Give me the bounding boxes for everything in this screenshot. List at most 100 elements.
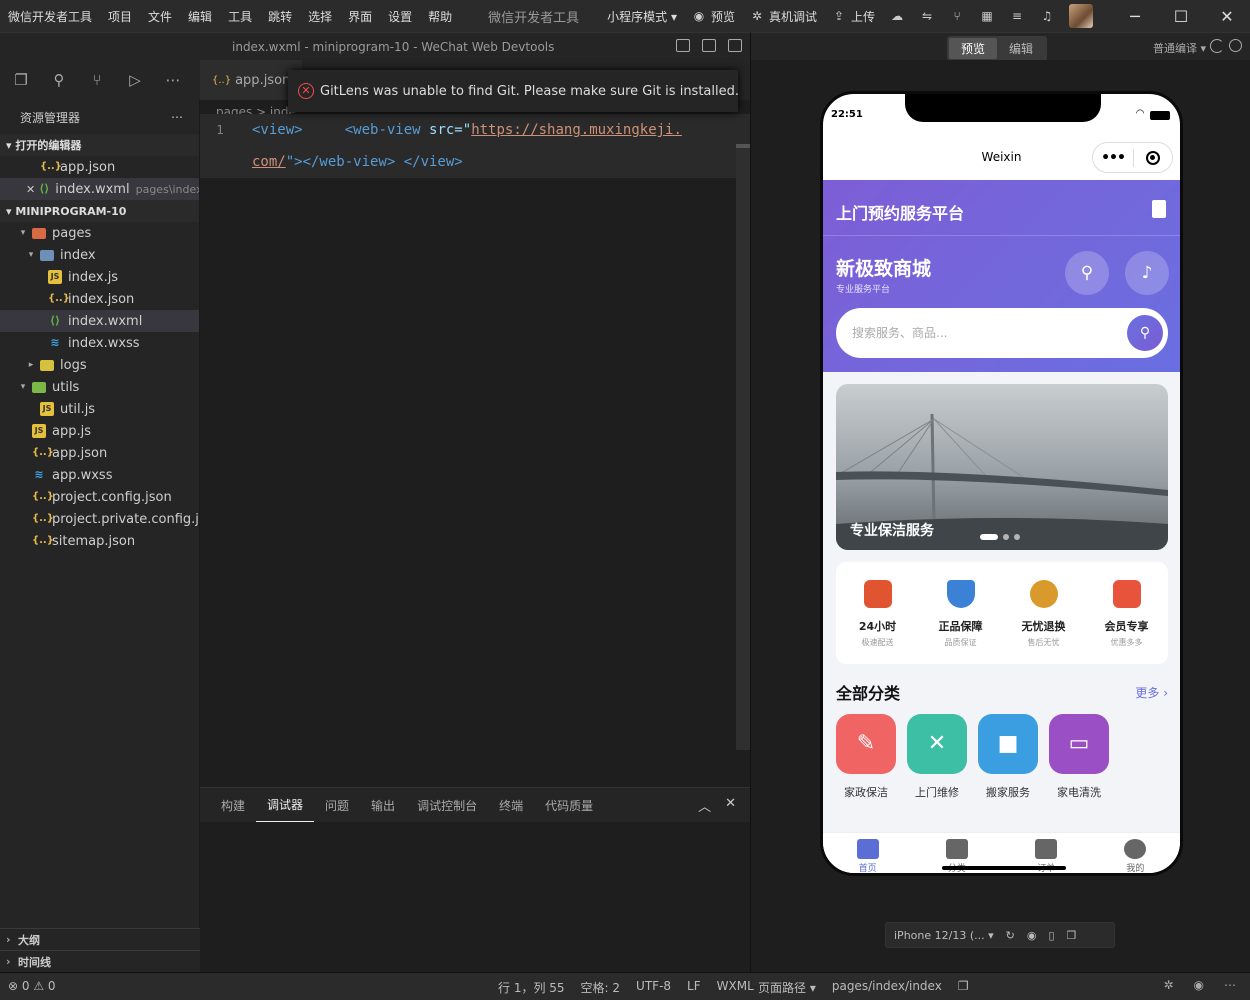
menu-app[interactable]: 微信开发者工具 [0,8,100,25]
tree-item-index-wxss[interactable]: ≋ index.wxss [0,332,199,354]
copy-icon[interactable]: ❐ [958,979,969,996]
search-icon[interactable]: ⚲ [50,71,68,89]
tree-item-sitemap[interactable]: {..} sitemap.json [0,530,199,552]
feature-genuine[interactable]: 正品保障 品质保证 [919,562,1002,664]
bug-icon[interactable]: ✲ [1163,978,1173,992]
tab-code-quality[interactable]: 代码质量 [534,788,604,822]
tab-problems[interactable]: 问题 [314,788,360,822]
feature-delivery[interactable]: 24小时 极速配送 [836,562,919,664]
open-editors-section[interactable]: ▾ 打开的编辑器 [0,134,199,156]
tree-item-index-folder[interactable]: ▾ index [0,244,199,266]
carousel-dots[interactable] [980,534,1020,540]
category-item[interactable]: ✎ 家政保洁 [836,714,896,800]
more-link[interactable]: 更多 › [1135,684,1168,701]
category-item[interactable]: ▭ 家电清洗 [1049,714,1109,800]
refresh-icon[interactable] [1210,39,1224,53]
tree-item-logs[interactable]: ▸ logs [0,354,199,376]
line-ending[interactable]: LF [687,979,701,996]
problems-count[interactable]: ⊗ 0 ⚠ 0 [8,979,56,993]
menu-help[interactable]: 帮助 [420,8,460,25]
layout-button[interactable]: ▦ [979,8,995,24]
capsule-menu[interactable]: ••• [1092,142,1173,173]
cursor-position[interactable]: 行 1，列 55 [498,979,565,996]
swap-button[interactable]: ⇋ [919,8,935,24]
notification-button[interactable]: ♫ [1039,8,1055,24]
encoding[interactable]: UTF-8 [636,979,671,996]
window-icon[interactable]: ❐ [1067,929,1077,942]
bell-icon[interactable]: ♪ [1125,251,1169,295]
rotate-icon[interactable]: ↻ [1006,929,1015,942]
feature-member[interactable]: 会员专享 优惠多多 [1085,562,1168,664]
tree-item-pages[interactable]: ▾ pages [0,222,199,244]
category-item[interactable]: ✕ 上门维修 [907,714,967,800]
tree-item-index-json[interactable]: {..} index.json [0,288,199,310]
open-editor-item[interactable]: ✕ ⟨⟩ index.wxml pages\index [0,178,199,200]
search-icon[interactable]: ⚲ [1065,251,1109,295]
toggle-panel-icon[interactable] [702,39,716,52]
list-button[interactable]: ≡ [1009,8,1025,24]
more-icon[interactable]: ⋯ [164,71,182,89]
compile-mode-dropdown[interactable]: 普通编译 ▾ [1153,40,1206,56]
explorer-more-icon[interactable]: ⋯ [171,110,183,124]
close-icon[interactable]: ✕ [26,183,35,196]
preview-button[interactable]: ◉ 预览 [691,8,735,25]
code-area[interactable]: 1 <view> <web-view src="https://shang.mu… [200,114,750,178]
tree-item-app-js[interactable]: JS app.js [0,420,199,442]
menu-edit[interactable]: 编辑 [180,8,220,25]
tree-item-project-config[interactable]: {..} project.config.json [0,486,199,508]
tab-edit[interactable]: 编辑 [997,38,1045,59]
tree-item-project-private-config[interactable]: {..}project.private.config.js... [0,508,199,530]
tree-item-index-wxml[interactable]: ⟨⟩ index.wxml [0,310,199,332]
tab-debug-console[interactable]: 调试控制台 [406,788,488,822]
banner-carousel[interactable]: 专业保洁服务 [836,384,1168,550]
tab-output[interactable]: 输出 [360,788,406,822]
timeline-section[interactable]: › 时间线 [0,950,200,972]
error-notification[interactable]: ✕ GitLens was unable to find Git. Please… [288,70,738,112]
eye-icon[interactable]: ◉ [1194,978,1204,992]
mode-dropdown[interactable]: 小程序模式 ▾ [607,8,677,25]
more-icon[interactable]: ⋯ [1224,978,1236,992]
device-selector[interactable]: iPhone 12/13 (... ▾ ↻ ◉ ▯ ❐ [885,922,1115,948]
avatar[interactable] [1069,4,1094,28]
tree-item-utils[interactable]: ▾ utils [0,376,199,398]
outline-section[interactable]: › 大纲 [0,928,200,950]
run-debug-icon[interactable]: ▷ [126,71,144,89]
upload-button[interactable]: ⇪ 上传 [831,8,875,25]
category-item[interactable]: ■ 搬家服务 [978,714,1038,800]
feature-return[interactable]: 无忧退换 售后无忧 [1002,562,1085,664]
open-editor-item[interactable]: {..} app.json [0,156,199,178]
tab-terminal[interactable]: 终端 [488,788,534,822]
tabbar-profile[interactable]: 我的 [1091,833,1180,873]
explorer-icon[interactable]: ❐ [12,71,30,89]
tab-build[interactable]: 构建 [210,788,256,822]
editor-scrollbar[interactable] [736,144,750,750]
menu-project[interactable]: 项目 [100,8,140,25]
language-mode[interactable]: WXML [717,979,754,996]
tree-item-app-json[interactable]: {..} app.json [0,442,199,464]
menu-select[interactable]: 选择 [300,8,340,25]
toggle-sidebar-icon[interactable] [676,39,690,52]
search-button[interactable]: ⚲ [1127,315,1163,351]
branch-button[interactable]: ⑂ [949,8,965,24]
chevron-up-icon[interactable]: ︿ [698,796,711,815]
device-debug-button[interactable]: ✲ 真机调试 [749,8,817,25]
record-icon[interactable]: ◉ [1027,929,1037,942]
search-input[interactable]: 搜索服务、商品... ⚲ [836,308,1168,358]
settings-circle-icon[interactable] [1229,39,1242,52]
page-path-dropdown[interactable]: 页面路径 ▾ [758,979,816,996]
menu-tools[interactable]: 工具 [220,8,260,25]
close-icon[interactable]: ✕ [1204,7,1250,26]
tab-preview[interactable]: 预览 [949,38,998,59]
menu-file[interactable]: 文件 [140,8,180,25]
indentation[interactable]: 空格: 2 [581,979,621,996]
more-dots-icon[interactable]: ••• [1093,150,1133,166]
menu-view[interactable]: 界面 [340,8,380,25]
cloud-button[interactable]: ☁ [889,8,905,24]
tree-item-util-js[interactable]: JS util.js [0,398,199,420]
document-icon[interactable] [1152,200,1166,218]
source-control-icon[interactable]: ⑂ [88,71,106,89]
close-panel-icon[interactable]: ✕ [725,796,736,815]
menu-settings[interactable]: 设置 [380,8,420,25]
tree-item-index-js[interactable]: JS index.js [0,266,199,288]
project-section[interactable]: ▾ MINIPROGRAM-10 [0,200,199,222]
